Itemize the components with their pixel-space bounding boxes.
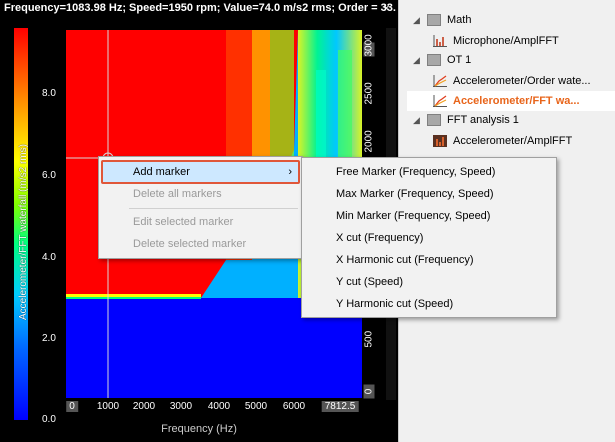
folder-icon [427,14,441,26]
tree-item-microphone-amplfft[interactable]: Microphone/AmplFFT [433,31,559,51]
frequency-tick: 3000 [169,401,193,412]
frequency-axis: 0 1000 2000 3000 4000 5000 6000 7812.5 [66,400,362,414]
tree-item-accelerometer-amplfft[interactable]: Accelerometer/AmplFFT [433,131,572,151]
folder-icon [427,54,441,66]
tree-item-fft-waterfall[interactable]: Accelerometer/FFT wa... [407,91,615,111]
menu-separator [129,208,298,209]
frequency-axis-label: Frequency (Hz) [161,423,237,435]
free-marker-menu-item[interactable]: Free Marker (Frequency, Speed) [302,161,556,183]
colorbar-tick: 4.0 [42,252,56,263]
speed-tick: 3000 [363,34,375,57]
frequency-tick: 7812.5 [321,401,359,412]
fft-graph-icon [433,135,447,147]
submenu-arrow-icon: › [288,166,292,178]
add-marker-menu-item[interactable]: Add marker › [101,160,300,184]
delete-all-markers-menu-item[interactable]: Delete all markers [99,183,302,205]
waterfall-icon [433,95,447,107]
x-cut-menu-item[interactable]: X cut (Frequency) [302,227,556,249]
edit-selected-marker-menu-item[interactable]: Edit selected marker [99,211,302,233]
collapse-icon[interactable]: ◢ [413,55,423,66]
plot-context-menu: Add marker › Delete all markers Edit sel… [98,156,303,259]
min-marker-menu-item[interactable]: Min Marker (Frequency, Speed) [302,205,556,227]
tree-folder-math[interactable]: ◢ Math [413,10,471,30]
collapse-icon[interactable]: ◢ [413,115,423,126]
speed-tick: 2000 [363,130,375,153]
speed-tick: 500 [363,330,375,348]
y-cut-menu-item[interactable]: Y cut (Speed) [302,271,556,293]
close-icon[interactable]: × [383,1,390,15]
collapse-icon[interactable]: ◢ [413,15,423,26]
folder-icon [427,114,441,126]
frequency-tick: 5000 [244,401,268,412]
frequency-tick: 4000 [207,401,231,412]
fft-graph-icon [433,35,447,47]
delete-selected-marker-menu-item[interactable]: Delete selected marker [99,233,302,255]
max-marker-menu-item[interactable]: Max Marker (Frequency, Speed) [302,183,556,205]
colorbar-tick: 6.0 [42,170,56,181]
speed-tick: 2500 [363,82,375,105]
x-harmonic-cut-menu-item[interactable]: X Harmonic cut (Frequency) [302,249,556,271]
tree-folder-ot1[interactable]: ◢ OT 1 [413,50,471,70]
tree-item-order-waterfall[interactable]: Accelerometer/Order wate... [433,71,591,91]
colorbar-tick: 8.0 [42,88,56,99]
cursor-readout: Frequency=1083.98 Hz; Speed=1950 rpm; Va… [4,2,396,14]
colorbar-label: Accelerometer/FFT waterfall (m/s2 rms) [18,144,29,320]
frequency-tick: 2000 [132,401,156,412]
frequency-tick: 1000 [96,401,120,412]
colorbar-tick: 2.0 [42,333,56,344]
waterfall-icon [433,75,447,87]
frequency-tick: 6000 [282,401,306,412]
frequency-tick: 0 [66,401,78,412]
tree-folder-fft-analysis[interactable]: ◢ FFT analysis 1 [413,110,519,130]
add-marker-submenu: Free Marker (Frequency, Speed) Max Marke… [301,157,557,318]
y-harmonic-cut-menu-item[interactable]: Y Harmonic cut (Speed) [302,293,556,315]
speed-tick: 0 [363,384,375,399]
